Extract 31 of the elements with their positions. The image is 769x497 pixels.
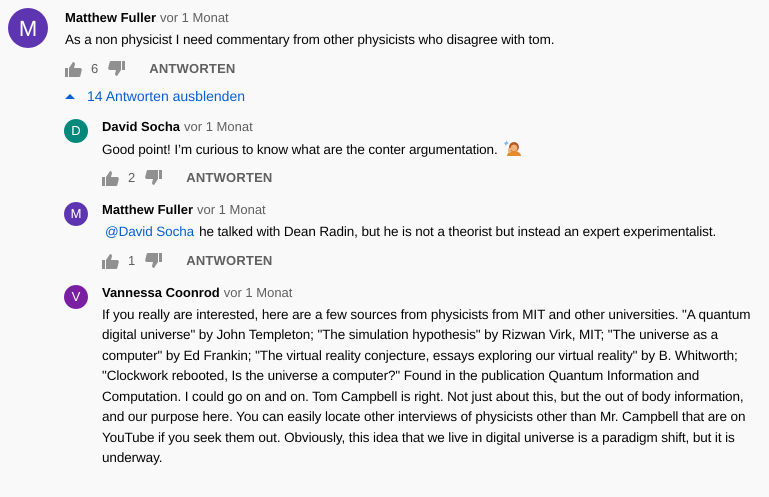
mention-link[interactable]: @David Socha bbox=[105, 224, 194, 239]
comment-text: Good point! I’m curious to know what are the conter argumentation. bbox=[102, 138, 754, 160]
thumbs-up-icon[interactable] bbox=[102, 252, 119, 268]
comment-text: As a non physicist I need commentary from other physicists who disagree with tom. bbox=[65, 31, 556, 49]
avatar[interactable]: V bbox=[64, 284, 88, 308]
like-count: 6 bbox=[91, 60, 98, 78]
thumbs-down-icon[interactable] bbox=[145, 252, 162, 268]
comment-text: If you really are interested, here are a few sources from physicists from MIT and other universities. "A quantum digital universe" by John Templeton; "The simulation hypothesis" by Rizwan Virk, MIT; "The universe as a computer" by Ed Frankin; "The virtual reality conjecture, essays exploring our virtual reality" by B. Whitworth; "Clockwork rebooted, Is the universe a computer?" Found in the publication Quantum Information and Computation. I could go on and on. Tom Campbell is right. Not just about this, but the out of body information, and our purpose here. You can easily locate other interviews of physicists other than Mr. Campbell that are on YouTube if you seek them out. Obviously, this idea that we live in digital universe is a paradigm shift, but it is underway. bbox=[102, 306, 752, 467]
avatar[interactable]: M bbox=[8, 8, 48, 48]
thumbs-up-icon[interactable] bbox=[65, 60, 82, 76]
timestamp[interactable]: vor 1 Monat bbox=[160, 9, 229, 27]
author-name[interactable]: Vannessa Coonrod bbox=[102, 284, 220, 302]
thumbs-up-icon[interactable] bbox=[102, 170, 119, 186]
author-name[interactable]: Matthew Fuller bbox=[65, 9, 156, 27]
timestamp[interactable]: vor 1 Monat bbox=[224, 284, 292, 302]
timestamp[interactable]: vor 1 Monat bbox=[197, 201, 266, 219]
author-name[interactable]: David Socha bbox=[102, 118, 180, 136]
reply-button[interactable]: ANTWORTEN bbox=[186, 250, 273, 270]
like-count: 2 bbox=[128, 169, 136, 188]
hide-replies-button[interactable]: 14 Antworten ausblenden bbox=[65, 86, 246, 106]
like-count: 1 bbox=[128, 252, 136, 270]
avatar[interactable]: M bbox=[64, 202, 88, 226]
thumbs-down-icon[interactable] bbox=[108, 60, 126, 76]
author-name[interactable]: Matthew Fuller bbox=[102, 201, 194, 219]
reply-button[interactable]: ANTWORTEN bbox=[186, 168, 273, 188]
thumbs-down-icon[interactable] bbox=[145, 170, 162, 186]
comment-text: @David Socha he talked with Dean Radin, but he is not a theorist but instead an expert experimentalist. bbox=[104, 223, 718, 241]
avatar[interactable]: D bbox=[64, 118, 88, 142]
timestamp[interactable]: vor 1 Monat bbox=[184, 118, 253, 136]
reply-button[interactable]: ANTWORTEN bbox=[149, 58, 236, 78]
caret-up-icon bbox=[65, 94, 75, 98]
